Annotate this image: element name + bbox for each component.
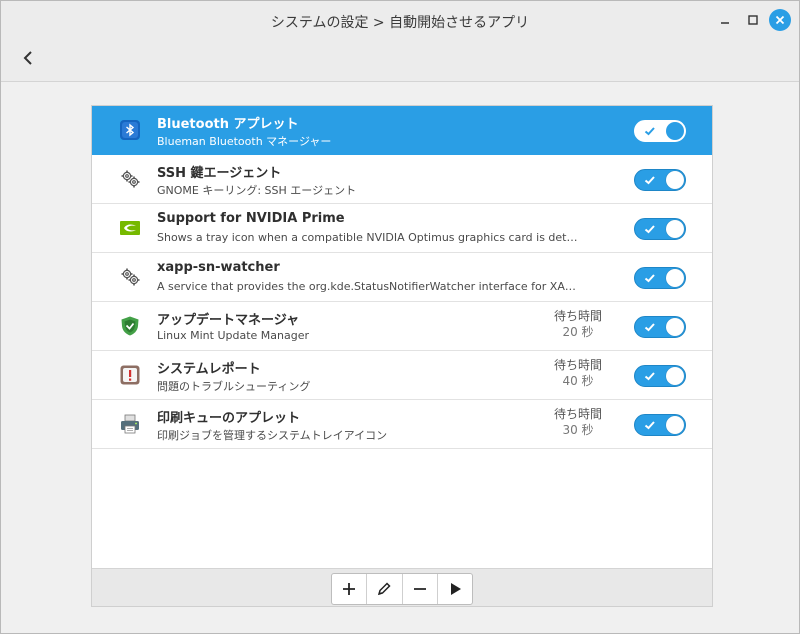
app-name: xapp-sn-watcher	[157, 260, 280, 275]
settings-window: システムの設定 > 自動開始させるアプリ Bluetooth アプレット Blue…	[0, 0, 800, 634]
startup-app-row[interactable]: xapp-sn-watcher A service that provides t…	[92, 253, 712, 302]
check-icon	[644, 127, 655, 136]
enable-toggle[interactable]	[634, 120, 686, 142]
report-icon	[118, 363, 142, 387]
maximize-button[interactable]	[742, 9, 764, 31]
bluetooth-icon	[118, 118, 142, 142]
check-icon	[644, 372, 655, 381]
delay-label: 待ち時間	[553, 358, 602, 372]
startup-apps-list: Bluetooth アプレット Blueman Bluetooth マネージャー S…	[91, 105, 713, 607]
printer-icon	[118, 412, 142, 436]
enable-toggle[interactable]	[634, 267, 686, 289]
enable-toggle[interactable]	[634, 414, 686, 436]
startup-app-row[interactable]: Bluetooth アプレット Blueman Bluetooth マネージャー	[92, 106, 712, 155]
app-name: アップデートマネージャ	[157, 313, 300, 328]
enable-toggle[interactable]	[634, 218, 686, 240]
app-description: Blueman Bluetooth マネージャー	[157, 135, 332, 148]
startup-app-row[interactable]: Support for NVIDIA Prime Shows a tray ico…	[92, 204, 712, 253]
check-icon	[644, 421, 655, 430]
enable-toggle[interactable]	[634, 169, 686, 191]
startup-app-row[interactable]: 印刷キューのアプレット印刷ジョブを管理するシステムトレイアイコン 待ち時間 30 秒	[92, 400, 712, 449]
toolbar-button-group	[331, 573, 473, 605]
close-button[interactable]	[769, 9, 791, 31]
remove-button[interactable]	[403, 574, 438, 604]
window-title: システムの設定 > 自動開始させるアプリ	[270, 15, 530, 31]
toggle-knob	[666, 122, 684, 140]
app-name: Support for NVIDIA Prime	[157, 211, 345, 226]
close-icon	[775, 15, 785, 25]
app-description: 問題のトラブルシューティング	[157, 380, 311, 393]
add-button[interactable]	[332, 574, 368, 604]
gears-icon	[118, 167, 142, 191]
app-description: A service that provides the org.kde.Stat…	[157, 280, 576, 293]
startup-delay: 待ち時間 30 秒	[530, 406, 626, 438]
delay-label: 待ち時間	[553, 407, 602, 421]
app-name: 印刷キューのアプレット	[157, 411, 301, 426]
enable-toggle[interactable]	[634, 365, 686, 387]
toggle-knob	[666, 318, 684, 336]
startup-delay: 待ち時間 20 秒	[530, 308, 626, 340]
app-description: GNOME キーリング: SSH エージェント	[157, 184, 357, 197]
delay-value: 40 秒	[562, 374, 594, 388]
startup-app-row[interactable]: SSH 鍵エージェント GNOME キーリング: SSH エージェント	[92, 155, 712, 204]
app-name: Bluetooth アプレット	[157, 117, 299, 132]
delay-value: 20 秒	[562, 325, 594, 339]
back-button[interactable]	[15, 45, 41, 71]
enable-toggle[interactable]	[634, 316, 686, 338]
startup-app-row[interactable]: システムレポート問題のトラブルシューティング 待ち時間 40 秒	[92, 351, 712, 400]
app-name: SSH 鍵エージェント	[157, 166, 282, 181]
nvidia-icon	[118, 216, 142, 240]
app-name: システムレポート	[157, 362, 261, 377]
startup-app-row[interactable]: アップデートマネージャ Linux Mint Update Manager 待ち時間…	[92, 302, 712, 351]
toggle-knob	[666, 416, 684, 434]
toggle-knob	[666, 367, 684, 385]
add-icon	[343, 583, 356, 595]
delay-value: 30 秒	[562, 423, 594, 437]
delay-label: 待ち時間	[553, 309, 602, 323]
gears-icon	[118, 265, 142, 289]
check-icon	[644, 176, 655, 185]
check-icon	[644, 274, 655, 283]
toggle-knob	[666, 171, 684, 189]
toggle-knob	[666, 269, 684, 287]
toggle-knob	[666, 220, 684, 238]
edit-button[interactable]	[367, 574, 403, 604]
run-button[interactable]	[438, 574, 472, 604]
chevron-left-icon	[23, 51, 32, 65]
edit-icon	[378, 582, 391, 596]
app-description: 印刷ジョブを管理するシステムトレイアイコン	[157, 429, 388, 442]
app-description: Shows a tray icon when a compatible NVID…	[157, 231, 578, 244]
check-icon	[644, 225, 655, 234]
titlebar: システムの設定 > 自動開始させるアプリ	[1, 1, 799, 82]
list-toolbar	[92, 568, 712, 606]
minimize-button[interactable]	[714, 9, 736, 31]
check-icon	[644, 323, 655, 332]
maximize-icon	[748, 15, 758, 25]
app-description: Linux Mint Update Manager	[157, 329, 310, 342]
shield-icon	[118, 314, 142, 338]
startup-delay: 待ち時間 40 秒	[530, 357, 626, 389]
remove-icon	[413, 588, 426, 590]
minimize-icon	[721, 22, 729, 24]
run-icon	[450, 583, 461, 595]
